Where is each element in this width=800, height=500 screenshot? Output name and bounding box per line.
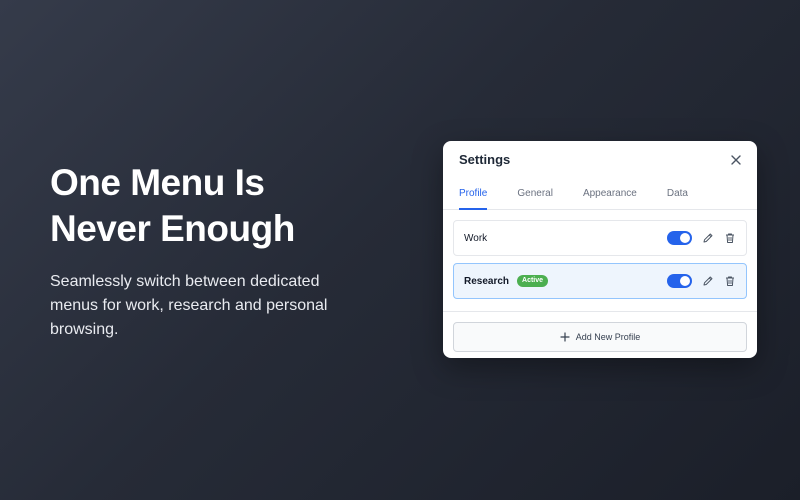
profile-row-research[interactable]: Research Active [453,263,747,299]
trash-icon [726,276,734,286]
delete-profile-button-research[interactable] [724,275,736,287]
profile-actions [667,274,736,288]
hero-description: Seamlessly switch between dedicated menu… [50,273,328,338]
edit-profile-button-work[interactable] [702,232,714,244]
profile-actions [667,231,736,245]
hero-title: One Menu Is Never Enough [50,160,380,252]
settings-title: Settings [459,152,511,167]
profile-name: Research [464,275,510,287]
tab-appearance[interactable]: Appearance [583,179,637,209]
profile-toggle-work[interactable] [667,231,692,245]
pencil-icon [703,276,713,286]
tab-general[interactable]: General [517,179,553,209]
settings-header: Settings [443,141,757,179]
settings-tabs: Profile General Appearance Data [443,179,757,210]
trash-icon [726,233,734,243]
profile-row-work[interactable]: Work [453,220,747,256]
tab-profile[interactable]: Profile [459,179,488,210]
hero-title-line-2: Never Enough [50,208,295,249]
profile-list: Work Research Active [443,210,757,299]
edit-profile-button-research[interactable] [702,275,714,287]
profile-name: Work [464,232,488,244]
tab-data[interactable]: Data [667,179,688,209]
active-badge: Active [517,275,549,287]
add-new-profile-button[interactable]: Add New Profile [453,322,747,352]
divider [443,311,757,312]
close-button[interactable] [729,153,743,167]
plus-icon [560,332,570,342]
add-new-profile-label: Add New Profile [575,332,641,342]
profile-toggle-research[interactable] [667,274,692,288]
delete-profile-button-work[interactable] [724,232,736,244]
settings-panel: Settings Profile General Appearance Data… [443,141,757,358]
hero-section: One Menu Is Never Enough Seamlessly swit… [50,160,380,342]
pencil-icon [703,233,713,243]
hero-title-line-1: One Menu Is [50,162,265,203]
close-icon [731,155,741,165]
